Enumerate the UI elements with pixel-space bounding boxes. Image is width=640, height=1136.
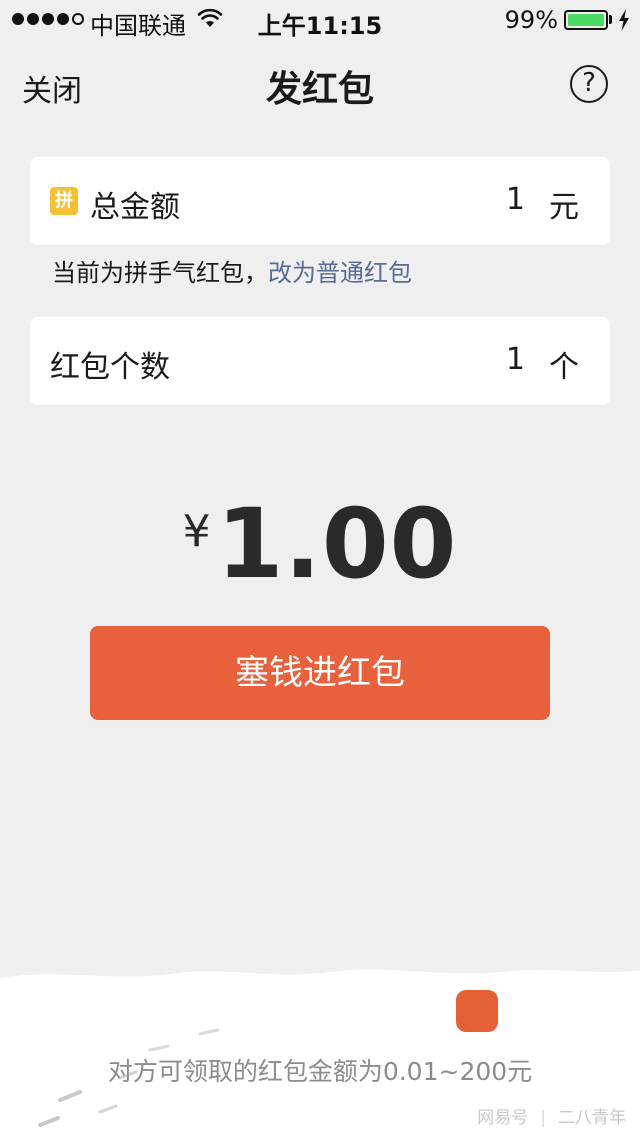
packet-count-card[interactable]: 红包个数 1 个 [30,317,610,405]
submit-button[interactable]: 塞钱进红包 [90,626,550,720]
charging-icon [619,9,629,31]
watermark-author: 二八青年 [558,1108,626,1128]
total-value: 1.00 [216,488,458,600]
total-amount-card[interactable]: 拼 总金额 1 元 [30,157,610,245]
packet-count-label: 红包个数 [50,350,170,385]
status-bar: 中国联通 上午11:15 99% [0,0,640,40]
total-amount-input[interactable]: 1 [506,182,525,217]
amount-limit-note: 对方可领取的红包金额为0.01~200元 [107,1057,533,1086]
battery-nub [609,15,612,24]
watermark-source: 网易号 [477,1108,529,1128]
page-title: 发红包 [265,69,374,110]
lucky-badge-icon: 拼 [50,187,78,215]
packet-count-input[interactable]: 1 [506,342,525,377]
watermark: 网易号 | 二八青年 [477,1108,626,1128]
battery-percent: 99% [504,6,558,34]
decorative-square [456,990,498,1032]
count-unit: 个 [549,350,579,385]
amount-unit: 元 [549,190,579,225]
packet-type-text: 当前为拼手气红包， [52,259,268,287]
total-display: ¥1.00 [0,488,640,600]
help-icon[interactable]: ? [570,65,608,103]
packet-type-hint: 当前为拼手气红包，改为普通红包 [52,253,412,288]
currency-symbol: ¥ [182,506,211,557]
battery-level [568,14,604,26]
total-amount-label: 总金额 [90,190,180,225]
battery-icon [564,10,608,30]
switch-to-normal-link[interactable]: 改为普通红包 [268,259,412,287]
